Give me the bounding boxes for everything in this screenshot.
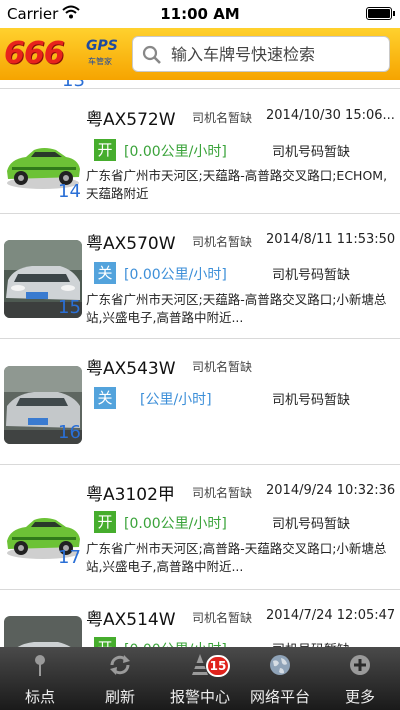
- pin-icon: [35, 655, 45, 676]
- driver-phone: 司机号码暂缺: [272, 517, 351, 532]
- driver-name: 司机名暂缺: [192, 611, 253, 625]
- vehicle-row[interactable]: 16 粤AX543W 司机名暂缺 关 [公里/小时] 司机号码暂缺: [0, 339, 400, 463]
- battery-icon: [366, 7, 395, 20]
- driver-name: 司机名暂缺: [192, 360, 253, 374]
- app-logo: 666 GPS 车管家: [4, 36, 118, 71]
- header-bar: 666 GPS 车管家: [0, 28, 400, 80]
- tab-refresh[interactable]: 刷新: [80, 647, 160, 710]
- speed-readout: [0.00公里/小时]: [124, 639, 227, 647]
- speed-readout: [0.00公里/小时]: [124, 267, 227, 283]
- update-time: 2014/7/24 12:05:47: [266, 608, 396, 623]
- engine-state-badge: 开: [94, 637, 116, 647]
- tab-alarm-center[interactable]: 15 报警中心: [160, 647, 240, 710]
- driver-phone: 司机号码暂缺: [272, 393, 351, 408]
- vehicle-row[interactable]: 17 粤A3102甲 司机名暂缺 2014/9/24 10:32:36 开 [0…: [0, 465, 400, 589]
- vehicle-address: 广东省广州市天河区;天蕴路-高普路交叉路口;小新塘总站,兴盛电子,高普路中附近.…: [86, 292, 387, 325]
- update-time: 2014/8/11 11:53:50: [266, 232, 396, 247]
- plate-number: 粤AX543W: [86, 359, 176, 379]
- status-bar: Carrier 11:00 AM: [0, 0, 400, 28]
- plate-number: 粤AX514W: [86, 610, 176, 630]
- driver-name: 司机名暂缺: [192, 486, 253, 500]
- plate-number: 粤A3102甲: [86, 485, 175, 505]
- search-box[interactable]: [132, 36, 390, 72]
- driver-phone: 司机号码暂缺: [272, 268, 351, 283]
- list-item-index: 17: [58, 547, 81, 568]
- driver-phone: 司机号码暂缺: [272, 639, 350, 647]
- alarm-count-badge: 15: [206, 655, 230, 677]
- tab-label: 更多: [344, 688, 375, 706]
- engine-state-badge: 开: [94, 139, 116, 161]
- tab-label: 刷新: [104, 688, 135, 706]
- tab-more[interactable]: 更多: [320, 647, 400, 710]
- search-icon: [142, 45, 161, 64]
- driver-phone: 司机号码暂缺: [272, 145, 351, 160]
- plate-number: 粤AX572W: [86, 110, 176, 130]
- vehicle-address: 广东省广州市天河区;高普路-天蕴路交叉路口;小新塘总站,兴盛电子,高普路中附近.…: [86, 541, 387, 574]
- driver-name: 司机名暂缺: [192, 235, 253, 249]
- vehicle-photo: [4, 616, 82, 647]
- vehicle-row[interactable]: 粤AX514W 司机名暂缺 2014/7/24 12:05:47 开 [0.00…: [0, 590, 400, 647]
- tab-mark-point[interactable]: 标点: [0, 647, 80, 710]
- tab-network-platform[interactable]: 网络平台: [240, 647, 320, 710]
- driver-name: 司机名暂缺: [192, 111, 253, 125]
- refresh-icon: [110, 655, 130, 675]
- update-time: 2014/9/24 10:32:36: [266, 483, 396, 498]
- vehicle-row[interactable]: 15 粤AX570W 司机名暂缺 2014/8/11 11:53:50 关 [0…: [0, 214, 400, 338]
- speed-readout: [0.00公里/小时]: [124, 144, 227, 160]
- update-time: 2014/10/30 15:06...: [266, 108, 395, 123]
- globe-icon: [270, 655, 290, 675]
- list-item-index: 15: [58, 297, 81, 318]
- engine-state-badge: 开: [94, 511, 116, 533]
- list-item-index: 14: [58, 181, 81, 202]
- clock: 11:00 AM: [160, 5, 240, 23]
- plus-circle-icon: [350, 655, 370, 675]
- tab-label: 标点: [24, 688, 55, 706]
- tab-label: 网络平台: [249, 688, 310, 706]
- vehicle-list[interactable]: 13 14 粤AX572W 司机名暂缺 2014/10/30 15:06... …: [0, 80, 400, 647]
- engine-state-badge: 关: [94, 387, 116, 409]
- plate-number: 粤AX570W: [86, 234, 176, 254]
- vehicle-row[interactable]: 14 粤AX572W 司机名暂缺 2014/10/30 15:06... 开 […: [0, 89, 400, 213]
- speed-readout: [0.00公里/小时]: [124, 516, 227, 532]
- engine-state-badge: 关: [94, 262, 116, 284]
- tab-label: 报警中心: [169, 688, 230, 706]
- tab-bar: 标点 刷新 15 报警中心 网络平台 更多: [0, 647, 400, 710]
- speed-readout: [公里/小时]: [140, 392, 212, 408]
- search-input[interactable]: [171, 41, 381, 67]
- list-item-index: 16: [58, 422, 81, 443]
- vehicle-address: 广东省广州市天河区;天蕴路-高普路交叉路口;ECHOM,天蕴路附近: [86, 168, 388, 201]
